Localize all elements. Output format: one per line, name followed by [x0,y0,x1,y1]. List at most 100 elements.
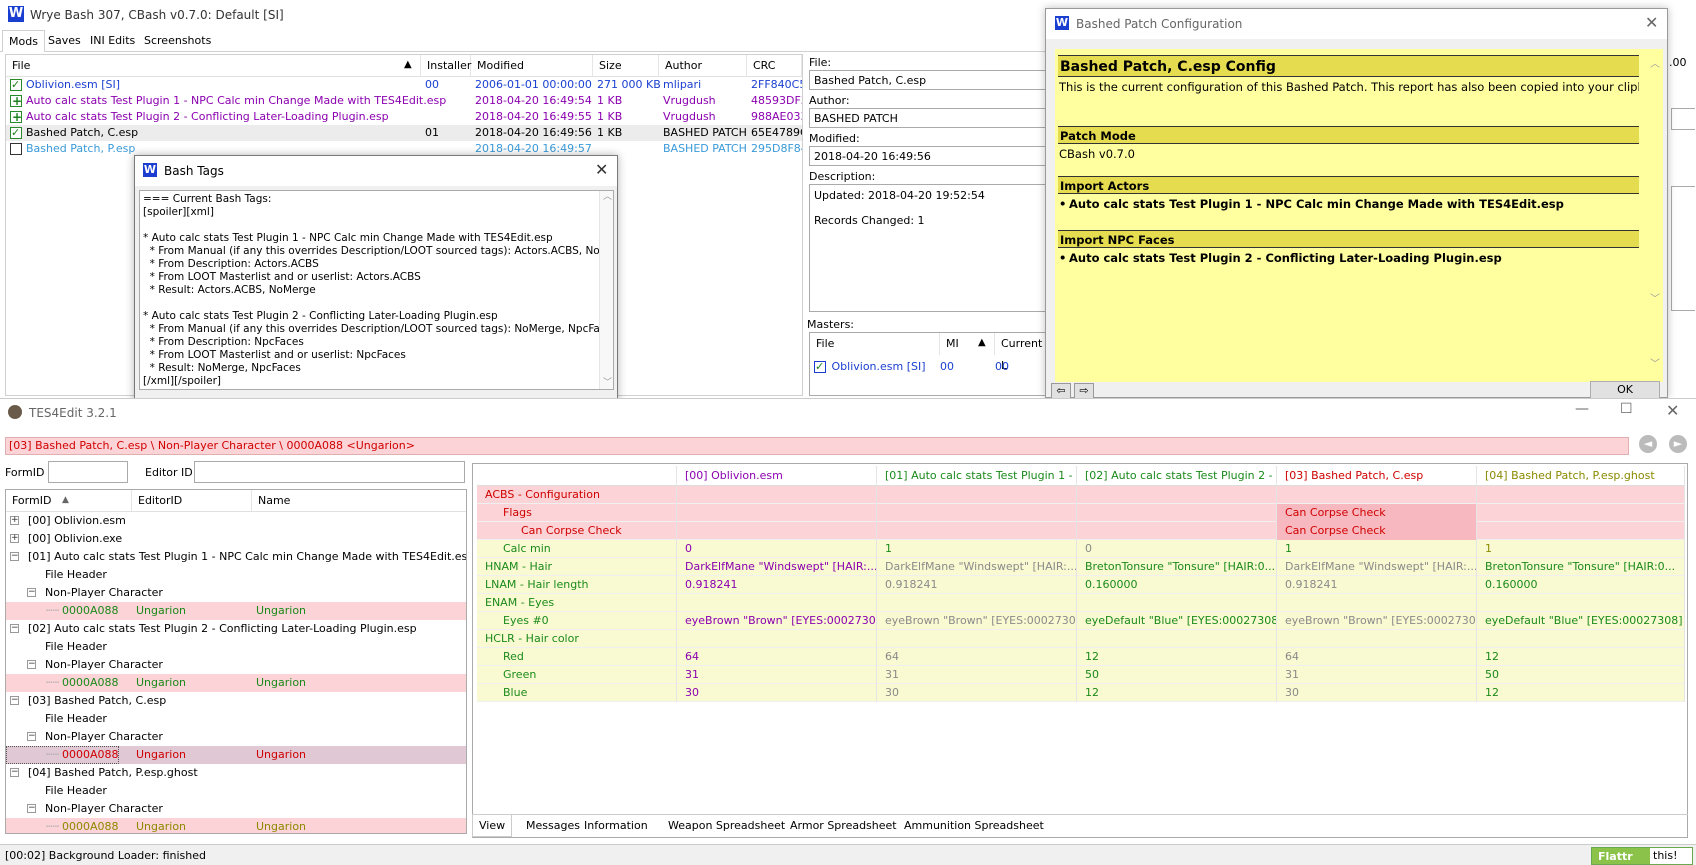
grid-row[interactable]: ACBS - Configuration [477,486,1685,504]
tree-row[interactable]: + [00] Oblivion.exe [6,530,466,548]
bottom-tab[interactable]: Ammunition Spreadsheet [898,815,1050,837]
grid-cell[interactable]: 50 [1477,666,1685,684]
grid-cell[interactable]: 12 [1477,648,1685,666]
grid-row[interactable]: Red 64 64 12 64 12 [477,648,1685,666]
tree-row[interactable]: − [02] Auto calc stats Test Plugin 2 - Co… [6,620,466,638]
grid-cell[interactable]: 0.918241 [877,576,1077,594]
bottom-tab[interactable]: Armor Spreadsheet [784,815,903,837]
mod-checkbox[interactable] [10,93,22,109]
grid-row[interactable]: HNAM - Hair DarkElfMane "Windswept" [HAIR… [477,558,1685,576]
bash-tags-close-icon[interactable]: ✕ [595,160,608,179]
tree-row[interactable]: + [00] Oblivion.esm [6,512,466,530]
config-scroll-up-icon[interactable]: ︿ [1650,55,1660,70]
mod-checkbox[interactable] [10,143,22,155]
grid-cell[interactable]: Can Corpse Check [1277,522,1477,540]
grid-row[interactable]: Flags Can Corpse Check [477,504,1685,522]
masters-list[interactable]: File MI ▲ Current L Oblivion.esm [SI] 00… [809,332,1050,396]
grid-cell[interactable]: 0.160000 [1477,576,1685,594]
grid-cell[interactable]: 64 [877,648,1077,666]
config-report[interactable]: Bashed Patch, C.esp Config This is the c… [1055,49,1663,382]
record-tree[interactable]: FormID ▲ EditorID Name + [00] Oblivion.es… [5,489,467,834]
tab-saves[interactable]: Saves [42,30,87,52]
grid-cell[interactable] [1077,522,1277,540]
tree-row[interactable]: − Non-Player Character [6,584,466,602]
details-author-field[interactable]: BASHED PATCH [809,108,1049,128]
grid-cell[interactable]: 1 [1277,540,1477,558]
grid-cell[interactable] [877,594,1077,612]
col-size[interactable]: Size [593,55,659,77]
mod-checkbox[interactable] [10,125,22,141]
grid-cell[interactable]: 64 [1277,648,1477,666]
grid-cell[interactable] [1077,594,1277,612]
grid-row[interactable]: Green 31 31 50 31 50 [477,666,1685,684]
grid-row[interactable]: Can Corpse Check Can Corpse Check [477,522,1685,540]
tree-expander-icon[interactable]: − [10,768,19,777]
grid-row[interactable]: Calc min 0 1 0 1 1 [477,540,1685,558]
bottom-tab[interactable]: Messages [520,815,586,837]
tree-row[interactable]: ┄┄ 0000A088 Ungarion Ungarion [6,602,466,620]
mod-checkbox[interactable] [10,77,22,93]
grid-cell[interactable]: 31 [1277,666,1477,684]
tree-row[interactable]: ┄┄ 0000A088 Ungarion Ungarion [6,746,466,764]
grid-cell[interactable]: eyeBrown "Brown" [EYES:00027306] [1277,612,1477,630]
grid-cell[interactable] [1477,504,1685,522]
tree-expander-icon[interactable]: + [10,516,19,525]
scroll-down-icon[interactable]: ﹀ [603,377,612,389]
tree-expander-icon[interactable]: − [27,804,36,813]
tree-row[interactable]: File Header [6,566,466,584]
tree-expander-icon[interactable]: + [10,534,19,543]
tab-ini-edits[interactable]: INI Edits [84,30,141,52]
col-crc[interactable]: CRC [747,55,802,77]
grid-cell[interactable]: 30 [1277,684,1477,702]
mods-row[interactable]: Bashed Patch, C.esp 01 2018-04-20 16:49:56… [6,125,802,141]
tree-row[interactable]: File Header [6,710,466,728]
bash-tags-text[interactable]: === Current Bash Tags: [spoiler][xml] * Au… [139,190,614,390]
masters-col-file[interactable]: File [810,333,940,355]
grid-cell[interactable]: eyeDefault "Blue" [EYES:00027308] [1477,612,1685,630]
tree-col-editorid[interactable]: EditorID [132,490,252,512]
grid-cell[interactable] [677,522,877,540]
grid-cell[interactable] [677,504,877,522]
grid-header-cell[interactable]: [01] Auto calc stats Test Plugin 1 - ... [877,466,1077,486]
mods-row[interactable]: Auto calc stats Test Plugin 2 - Conflict… [6,109,802,125]
grid-cell[interactable]: DarkElfMane "Windswept" [HAIR:... [677,558,877,576]
grid-cell[interactable]: 64 [677,648,877,666]
editorid-input[interactable] [194,461,465,483]
bottom-tab[interactable]: View [472,815,513,837]
flattr-button[interactable]: Flattr this! [1591,847,1693,865]
tes4edit-close-icon[interactable]: ✕ [1666,401,1679,420]
nav-back-icon[interactable]: ◄ [1639,435,1657,453]
config-titlebar[interactable]: W Bashed Patch Configuration ✕ [1046,9,1667,39]
grid-row[interactable]: Eyes #0 eyeBrown "Brown" [EYES:00027306] e… [477,612,1685,630]
grid-cell[interactable] [1277,630,1477,648]
grid-row[interactable]: LNAM - Hair length 0.918241 0.918241 0.1600… [477,576,1685,594]
grid-cell[interactable]: Can Corpse Check [1277,504,1477,522]
grid-cell[interactable] [1277,594,1477,612]
master-row[interactable]: Oblivion.esm [SI] 00 00 [814,359,1046,375]
config-scrollbar[interactable]: ︿ ﹀ ﹀ [1646,49,1663,382]
col-author[interactable]: Author [659,55,747,77]
tree-col-name[interactable]: Name [252,490,466,512]
details-description-field[interactable]: Updated: 2018-04-20 19:52:54 Records Cha… [809,184,1049,312]
grid-cell[interactable] [1477,522,1685,540]
config-scroll-down-2-icon[interactable]: ﹀ [1650,355,1660,370]
masters-col-mi[interactable]: MI [940,333,995,355]
grid-row[interactable]: Blue 30 30 12 30 12 [477,684,1685,702]
grid-cell[interactable] [677,486,877,504]
tree-row[interactable]: − [01] Auto calc stats Test Plugin 1 - NP… [6,548,466,566]
grid-cell[interactable]: 12 [1077,684,1277,702]
masters-col-current[interactable]: Current L [995,333,1050,372]
mods-row[interactable]: Auto calc stats Test Plugin 1 - NPC Calc… [6,93,802,109]
maximize-icon[interactable]: ☐ [1620,401,1633,417]
col-file[interactable]: File [6,55,421,77]
grid-cell[interactable]: 0.918241 [677,576,877,594]
tree-expander-icon[interactable]: − [27,588,36,597]
details-file-field[interactable]: Bashed Patch, C.esp [809,70,1049,90]
grid-cell[interactable] [677,594,877,612]
formid-input[interactable] [48,461,128,483]
tab-screenshots[interactable]: Screenshots [138,30,217,52]
grid-cell[interactable] [1477,486,1685,504]
details-modified-field[interactable]: 2018-04-20 16:49:56 [809,146,1049,166]
grid-header-cell[interactable]: [00] Oblivion.esm [677,466,877,486]
grid-cell[interactable] [877,630,1077,648]
